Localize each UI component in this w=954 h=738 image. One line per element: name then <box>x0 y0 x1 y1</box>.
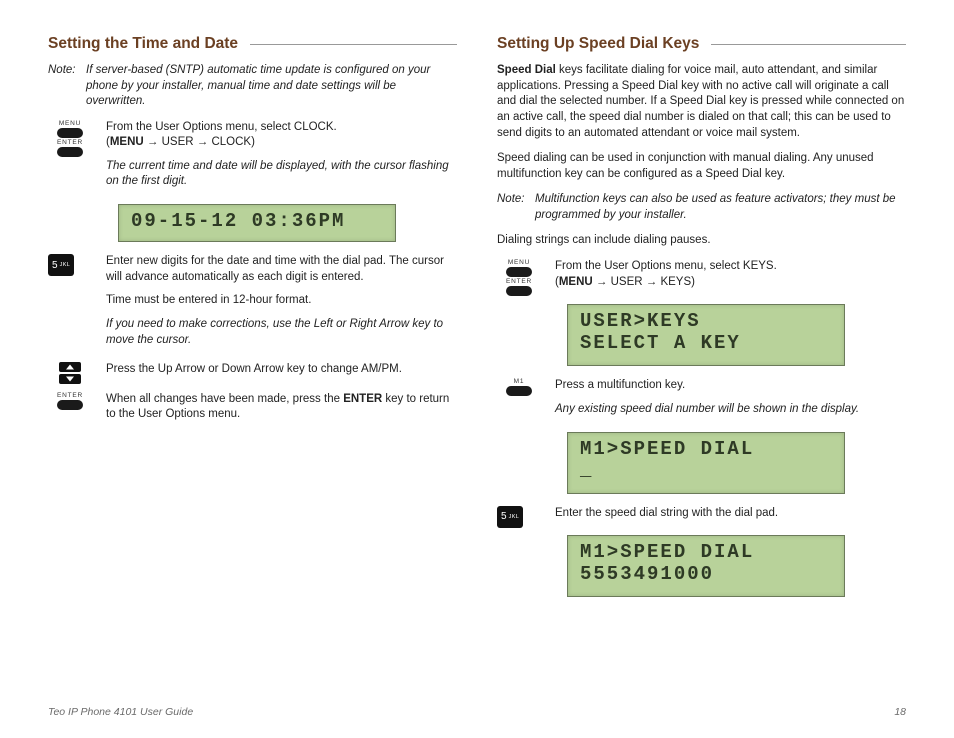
enter-label: ENTER <box>57 139 83 146</box>
lcd-display-datetime: 09-15-12 03:36PM <box>118 204 396 242</box>
m1-button-icon <box>506 386 532 396</box>
key-5-icon: 5 JKL <box>48 254 106 356</box>
enter-button-icon-2 <box>57 400 83 410</box>
menu-enter-buttons-2: MENU ENTER <box>497 259 555 298</box>
arrow-keys-icon <box>48 362 106 386</box>
enter-label-2: ENTER <box>57 392 83 399</box>
note-label: Note: <box>48 63 86 110</box>
page-footer: Teo IP Phone 4101 User Guide 18 <box>48 706 906 718</box>
heading-time-date: Setting the Time and Date <box>48 35 457 53</box>
step-r2-italic: Any existing speed dial number will be s… <box>555 402 906 418</box>
step-r3: 5 JKL Enter the speed dial string with t… <box>497 506 906 530</box>
step-r2: M1 Press a multifunction key. Any existi… <box>497 378 906 425</box>
right-column: Setting Up Speed Dial Keys Speed Dial ke… <box>497 35 906 609</box>
enter-button-icon-3 <box>506 286 532 296</box>
heading-text: Setting the Time and Date <box>48 35 238 53</box>
step3-text: Press the Up Arrow or Down Arrow key to … <box>106 362 457 378</box>
left-column: Setting the Time and Date Note: If serve… <box>48 35 457 609</box>
heading-text: Setting Up Speed Dial Keys <box>497 35 699 53</box>
note-body: If server-based (SNTP) automatic time up… <box>86 63 457 110</box>
lcd-display-userkeys: USER>KEYS SELECT A KEY <box>567 304 845 366</box>
note-block-2: Note: Multifunction keys can also be use… <box>497 192 906 223</box>
menu-button-icon <box>57 128 83 138</box>
step-r2-p1: Press a multifunction key. <box>555 378 906 394</box>
step1-italic: The current time and date will be displa… <box>106 159 457 190</box>
arrow-up-icon <box>59 362 81 372</box>
menu-button-icon-2 <box>506 267 532 277</box>
menu-enter-buttons: MENU ENTER <box>48 120 106 199</box>
p3: Dialing strings can include dialing paus… <box>497 233 906 249</box>
note-block: Note: If server-based (SNTP) automatic t… <box>48 63 457 110</box>
enter-button-icon <box>57 147 83 157</box>
enter-label-3: ENTER <box>506 278 532 285</box>
step4-text: When all changes have been made, press t… <box>106 392 457 423</box>
p1: Speed Dial keys facilitate dialing for v… <box>497 63 906 141</box>
p2: Speed dialing can be used in conjunction… <box>497 151 906 182</box>
step-2: 5 JKL Enter new digits for the date and … <box>48 254 457 356</box>
step2-italic: If you need to make corrections, use the… <box>106 317 457 348</box>
step-r3-text: Enter the speed dial string with the dia… <box>555 506 906 522</box>
step2-p2: Time must be entered in 12-hour format. <box>106 293 457 309</box>
arrow-down-icon <box>59 374 81 384</box>
heading-speed-dial: Setting Up Speed Dial Keys <box>497 35 906 53</box>
note-body-2: Multifunction keys can also be used as f… <box>535 192 906 223</box>
page-number: 18 <box>894 706 906 718</box>
lcd-display-m1-number: M1>SPEED DIAL 5553491000 <box>567 535 845 597</box>
step-4: ENTER When all changes have been made, p… <box>48 392 457 431</box>
document-page: Setting the Time and Date Note: If serve… <box>0 0 954 738</box>
step-r1-text: From the User Options menu, select KEYS.… <box>555 259 906 290</box>
dialpad-5-icon-2: 5 JKL <box>497 506 523 528</box>
menu-label: MENU <box>59 120 81 127</box>
step-3: Press the Up Arrow or Down Arrow key to … <box>48 362 457 386</box>
enter-button: ENTER <box>48 392 106 431</box>
step-r1: MENU ENTER From the User Options menu, s… <box>497 259 906 298</box>
dialpad-5-icon: 5 JKL <box>48 254 74 276</box>
m1-label: M1 <box>514 378 525 385</box>
step1-text: From the User Options menu, select CLOCK… <box>106 120 457 151</box>
note-label-2: Note: <box>497 192 535 223</box>
m1-button: M1 <box>497 378 555 425</box>
key-5-icon-2: 5 JKL <box>497 506 555 530</box>
footer-title: Teo IP Phone 4101 User Guide <box>48 706 193 718</box>
lcd-display-m1-blank: M1>SPEED DIAL _ <box>567 432 845 494</box>
menu-label-2: MENU <box>508 259 530 266</box>
step2-p1: Enter new digits for the date and time w… <box>106 254 457 285</box>
step-1: MENU ENTER From the User Options menu, s… <box>48 120 457 199</box>
